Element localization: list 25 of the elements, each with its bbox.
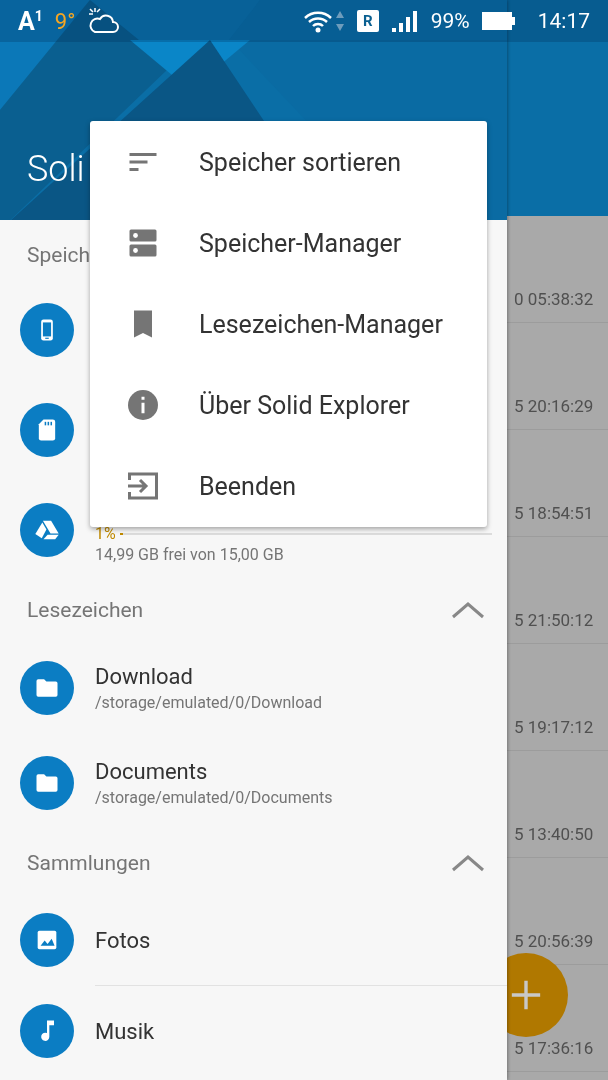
file-date: 5 21:50:12: [513, 610, 594, 630]
bookmark-name: Download: [95, 663, 194, 689]
collection-name: Musik: [95, 1018, 155, 1044]
bookmark-name: Documents: [95, 758, 209, 784]
roaming-indicator: R: [356, 10, 379, 32]
bookmark-path: /storage/emulated/0/Download: [95, 692, 323, 712]
free-space: 14,99 GB frei von 15,00 GB: [95, 545, 285, 564]
section-header: Sammlungen: [27, 850, 151, 875]
file-date: 5 20:16:29: [513, 396, 594, 416]
file-date: 5 17:36:16: [513, 1038, 594, 1058]
battery-percent: 99%: [430, 9, 470, 33]
file-date: 5 18:54:51: [513, 503, 594, 523]
file-date: 0 05:38:32: [513, 289, 594, 309]
section-header: Lesezeichen: [27, 598, 144, 622]
file-date: 5 20:56:39: [513, 931, 594, 951]
file-date: 5 19:17:12: [513, 717, 594, 737]
bookmark-path: /storage/emulated/0/Documents: [95, 787, 333, 807]
carrier-logo: A$^{1}$: [18, 6, 43, 36]
temperature: 9°: [54, 8, 76, 34]
clock: 14:17: [537, 9, 590, 33]
section-header: Speich: [27, 243, 91, 267]
file-date: 5 13:40:50: [513, 824, 594, 844]
collection-name: Fotos: [95, 927, 151, 953]
usage-percent: 1%: [95, 524, 116, 543]
drawer-title: Soli: [27, 148, 85, 190]
